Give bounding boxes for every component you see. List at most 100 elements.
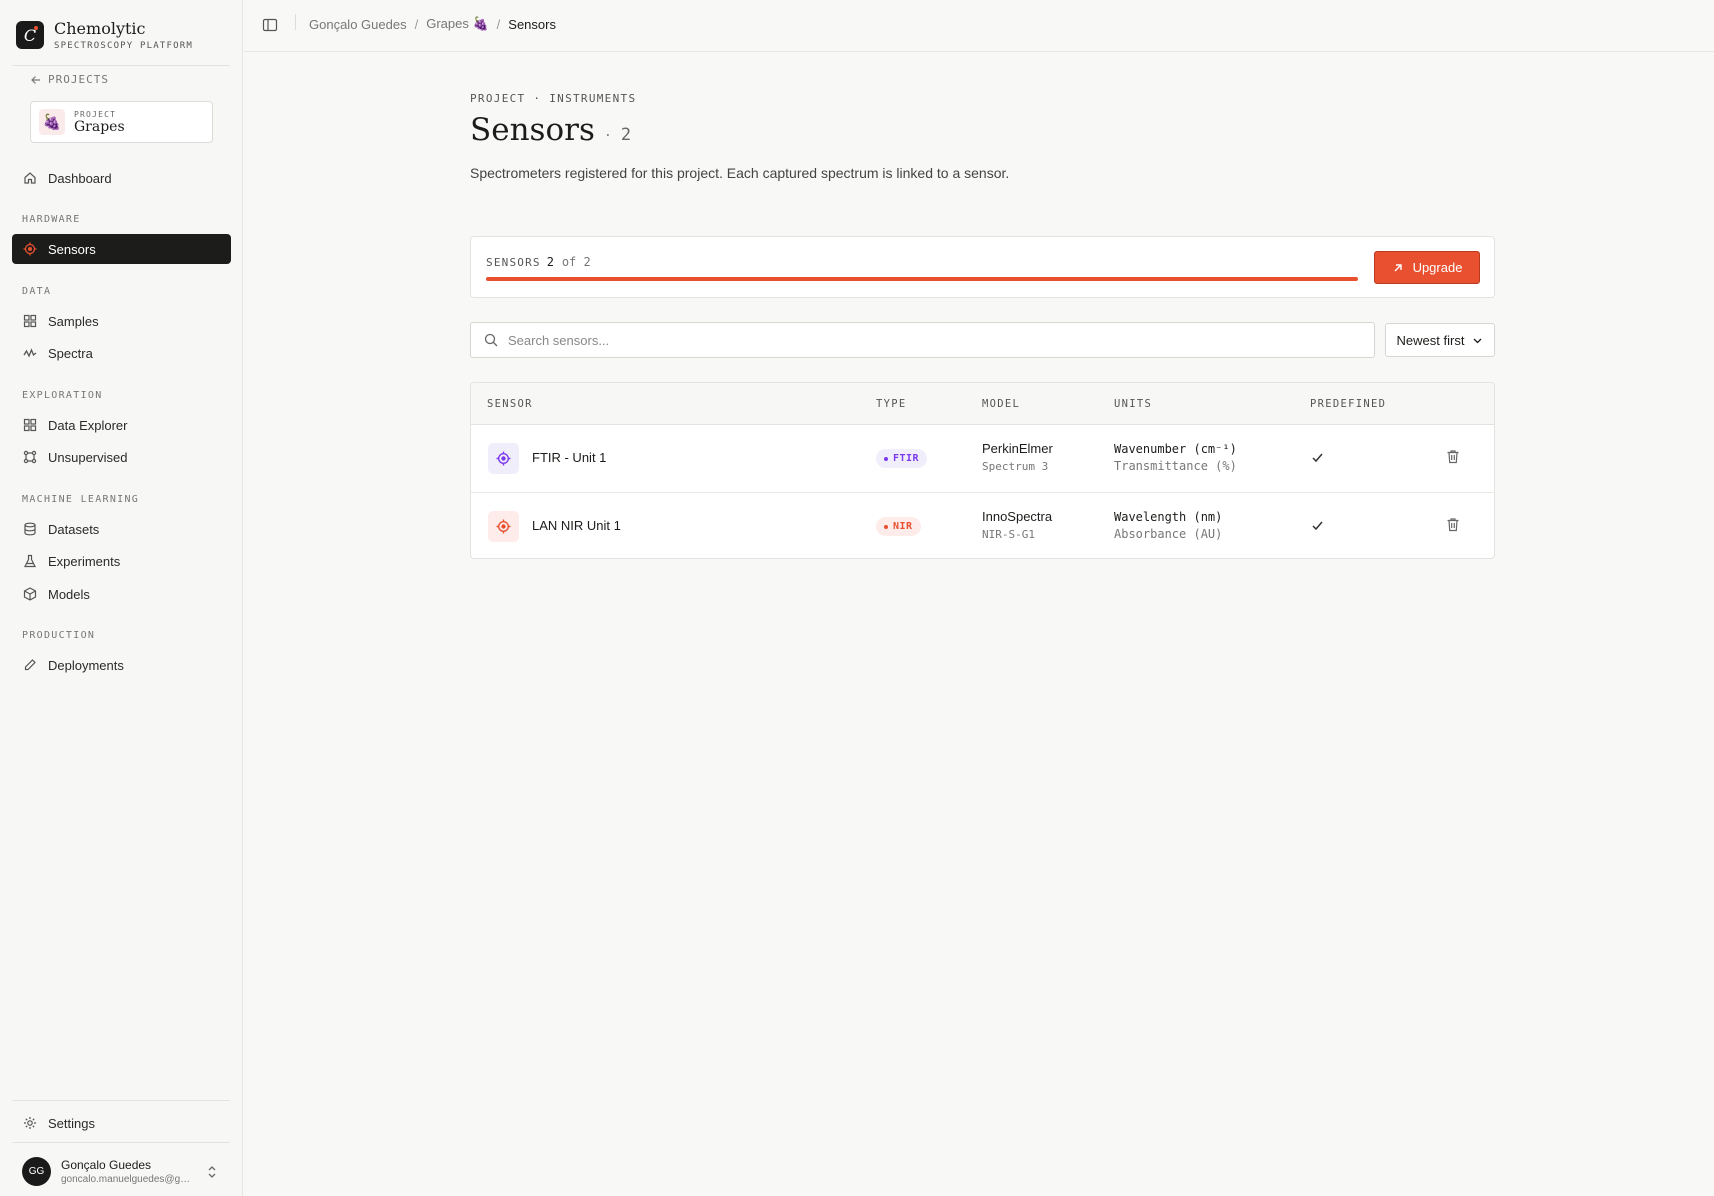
column-header-units[interactable]: UNITS (1114, 398, 1152, 410)
usage-progress-bar (486, 277, 1358, 281)
x-unit: Wavelength (nm) (1114, 510, 1223, 524)
brand-logo: C (16, 21, 44, 49)
column-header-model[interactable]: MODEL (982, 398, 1020, 410)
sensor-name[interactable]: FTIR - Unit 1 (532, 450, 606, 465)
project-label: PROJECT (74, 109, 117, 119)
sidebar-item-label: Deployments (48, 657, 124, 673)
sidebar-item-spectra[interactable]: Spectra (12, 338, 231, 368)
divider (12, 1100, 230, 1101)
section-exploration: EXPLORATION (22, 390, 103, 401)
section-machine-learning: MACHINE LEARNING (22, 494, 140, 505)
sidebar-item-samples[interactable]: Samples (12, 306, 231, 336)
trash-icon[interactable] (1446, 517, 1460, 532)
sidebar-item-label: Models (48, 586, 90, 602)
trash-icon[interactable] (1446, 449, 1460, 464)
divider (12, 65, 230, 66)
usage-card: SENSORS 2 of 2 Upgrade (470, 236, 1495, 298)
back-to-projects-link[interactable]: PROJECTS (30, 73, 109, 86)
divider (295, 14, 296, 30)
sensor-name[interactable]: LAN NIR Unit 1 (532, 518, 621, 533)
search-icon (484, 333, 498, 347)
model-maker: PerkinElmer (982, 441, 1053, 456)
brand[interactable]: C Chemolytic SPECTROSCOPY PLATFORM (16, 19, 193, 51)
breadcrumb-user[interactable]: Gonçalo Guedes (309, 17, 407, 32)
check-icon (1312, 521, 1323, 531)
top-bar: Gonçalo Guedes / Grapes 🍇 / Sensors (244, 0, 1714, 52)
type-badge: FTIR (876, 449, 928, 468)
flask-icon (22, 553, 38, 569)
waveform-icon (22, 345, 38, 361)
y-unit: Transmittance (%) (1114, 459, 1237, 473)
search-input[interactable] (508, 332, 1328, 348)
sidebar-item-unsupervised[interactable]: Unsupervised (12, 442, 231, 472)
type-badge-label: FTIR (893, 453, 920, 464)
sidebar-item-data-explorer[interactable]: Data Explorer (12, 410, 231, 440)
column-header-type[interactable]: TYPE (876, 398, 907, 410)
cube-icon (22, 586, 38, 602)
sort-dropdown[interactable]: Newest first (1385, 323, 1495, 357)
x-unit: Wavenumber (cm⁻¹) (1114, 442, 1237, 456)
section-production: PRODUCTION (22, 630, 96, 641)
avatar: GG (22, 1157, 51, 1186)
sidebar-item-label: Settings (48, 1115, 95, 1131)
table-header: SENSOR TYPE MODEL UNITS PREDEFINED (471, 383, 1494, 425)
sidebar-item-label: Unsupervised (48, 449, 128, 465)
chevron-down-icon (1473, 338, 1482, 343)
grid-icon (22, 417, 38, 433)
upgrade-button-label: Upgrade (1412, 260, 1463, 275)
sidebar-item-datasets[interactable]: Datasets (12, 514, 231, 544)
arrow-left-icon (31, 75, 40, 84)
sidebar-item-label: Datasets (48, 521, 100, 537)
sidebar-item-experiments[interactable]: Experiments (12, 546, 231, 576)
title-separator: · (604, 124, 611, 144)
sidebar-item-models[interactable]: Models (12, 579, 231, 609)
sidebar-item-label: Dashboard (48, 170, 112, 186)
database-icon (22, 521, 38, 537)
table-row[interactable]: FTIR - Unit 1 FTIR PerkinElmer Spectrum … (471, 425, 1494, 492)
breadcrumb-current: Sensors (508, 16, 556, 32)
table-row[interactable]: LAN NIR Unit 1 NIR InnoSpectra NIR-S-G1 … (471, 492, 1494, 559)
model-name: NIR-S-G1 (982, 528, 1035, 541)
sidebar-item-sensors[interactable]: Sensors (12, 234, 231, 264)
brand-name: Chemolytic (54, 19, 146, 38)
divider (12, 1142, 230, 1143)
chevron-up-down-icon (208, 1165, 216, 1178)
sensors-table: SENSOR TYPE MODEL UNITS PREDEFINED FTIR … (470, 382, 1495, 559)
cluster-icon (22, 449, 38, 465)
breadcrumb-project-label: Grapes (426, 16, 469, 31)
gear-icon (22, 1115, 38, 1131)
sidebar-toggle-icon[interactable] (262, 17, 278, 33)
sidebar-item-label: Experiments (48, 553, 121, 569)
crosshair-icon (488, 443, 519, 474)
pencil-icon (22, 657, 38, 673)
user-menu[interactable]: GG Gonçalo Guedes goncalo.manuelguedes@g… (22, 1157, 222, 1186)
breadcrumb: Gonçalo Guedes / Grapes 🍇 / Sensors (309, 16, 556, 32)
back-link-label: PROJECTS (48, 73, 109, 86)
brand-subtitle: SPECTROSCOPY PLATFORM (54, 41, 193, 51)
y-unit: Absorbance (AU) (1114, 527, 1223, 541)
usage-title: SENSORS (486, 256, 541, 269)
type-badge: NIR (876, 517, 921, 536)
breadcrumb-project[interactable]: Grapes 🍇 (426, 16, 488, 32)
crosshair-icon (488, 511, 519, 542)
grapes-icon: 🍇 (39, 109, 65, 135)
breadcrumb-separator: / (496, 16, 501, 32)
sidebar-item-dashboard[interactable]: Dashboard (12, 163, 231, 193)
home-icon (22, 170, 38, 186)
sidebar-item-deployments[interactable]: Deployments (12, 650, 231, 680)
project-name: Grapes (74, 118, 125, 135)
page-eyebrow: PROJECT · INSTRUMENTS (470, 92, 637, 105)
type-badge-label: NIR (893, 521, 913, 532)
upgrade-button[interactable]: Upgrade (1374, 251, 1480, 284)
sidebar-item-settings[interactable]: Settings (12, 1108, 231, 1138)
model-maker: InnoSpectra (982, 509, 1053, 524)
sort-label: Newest first (1396, 332, 1465, 348)
sensor-count: 2 (620, 125, 632, 145)
column-header-predefined[interactable]: PREDEFINED (1310, 398, 1386, 410)
sidebar-item-label: Sensors (48, 241, 96, 257)
usage-label: SENSORS 2 of 2 (486, 255, 591, 269)
user-email: goncalo.manuelguedes@gmail.com (61, 1174, 196, 1185)
project-switcher[interactable]: 🍇 PROJECT Grapes (30, 101, 213, 143)
page-title-row: Sensors · 2 (470, 112, 631, 148)
column-header-sensor[interactable]: SENSOR (487, 398, 533, 410)
